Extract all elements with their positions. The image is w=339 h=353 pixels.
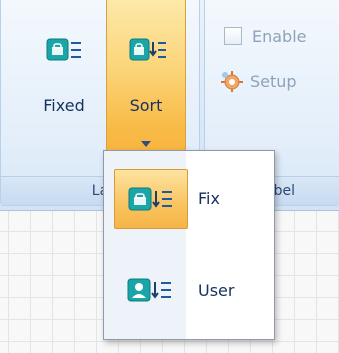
menu-item-fix[interactable] bbox=[114, 169, 188, 229]
enable-checkbox[interactable] bbox=[224, 27, 242, 45]
fixed-button-label: Fixed bbox=[43, 96, 85, 115]
menu-item-fix-label[interactable]: Fix bbox=[198, 189, 220, 208]
dropdown-arrow-icon[interactable] bbox=[141, 132, 151, 151]
fixed-button[interactable]: Fixed bbox=[28, 0, 100, 170]
sort-label-icon bbox=[129, 34, 167, 70]
sort-button[interactable]: Sort bbox=[106, 0, 186, 170]
menu-item-user[interactable] bbox=[114, 261, 188, 321]
user-sort-icon bbox=[127, 276, 173, 310]
setup-label[interactable]: Setup bbox=[250, 72, 297, 91]
setup-gear-icon[interactable] bbox=[220, 70, 244, 96]
sort-dropdown-menu: Fix User bbox=[103, 150, 275, 340]
enable-label: Enable bbox=[252, 27, 307, 46]
sort-button-label: Sort bbox=[129, 96, 163, 115]
fix-sort-icon bbox=[128, 185, 174, 219]
fixed-label-icon bbox=[46, 34, 82, 70]
menu-item-user-label[interactable]: User bbox=[198, 281, 234, 300]
